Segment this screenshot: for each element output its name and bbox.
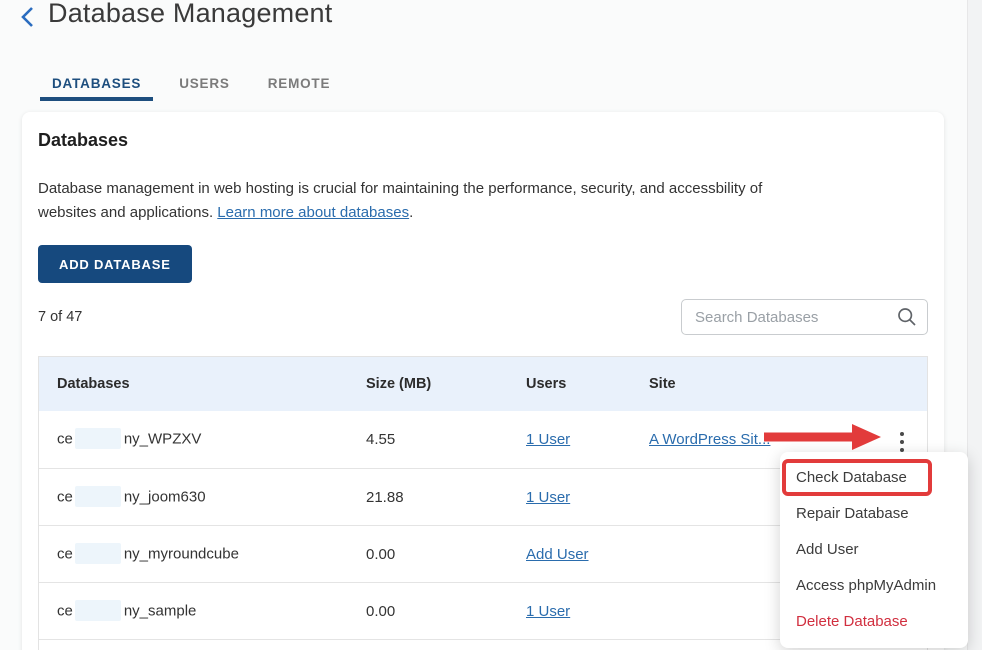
tab-databases[interactable]: DATABASES bbox=[40, 70, 153, 101]
users-link[interactable]: 1 User bbox=[526, 603, 570, 620]
users-link[interactable]: 1 User bbox=[526, 431, 570, 448]
db-size: 0.00 bbox=[348, 546, 508, 563]
back-button[interactable] bbox=[19, 5, 37, 29]
db-name: ce ny_myroundcube bbox=[39, 543, 348, 566]
add-database-button[interactable]: ADD DATABASE bbox=[38, 245, 192, 283]
menu-item-add-user[interactable]: Add User bbox=[780, 532, 968, 568]
chevron-left-icon bbox=[19, 5, 37, 29]
search-icon[interactable] bbox=[897, 307, 917, 327]
row-actions-menu: Check Database Repair Database Add User … bbox=[780, 452, 968, 648]
db-size: 0.00 bbox=[348, 603, 508, 620]
card-heading: Databases bbox=[38, 130, 128, 151]
menu-item-delete-database[interactable]: Delete Database bbox=[780, 604, 968, 640]
annotation-arrow-icon bbox=[762, 423, 882, 456]
add-user-link[interactable]: Add User bbox=[526, 546, 589, 563]
db-name-suffix: ny_joom630 bbox=[124, 488, 206, 505]
page-title: Database Management bbox=[48, 0, 332, 29]
db-size: 4.55 bbox=[348, 431, 508, 448]
tab-users[interactable]: USERS bbox=[167, 70, 242, 101]
card-description: Database management in web hosting is cr… bbox=[38, 177, 775, 225]
menu-item-check-database[interactable]: Check Database bbox=[780, 460, 968, 496]
learn-more-link[interactable]: Learn more about databases bbox=[217, 204, 409, 221]
tab-remote[interactable]: REMOTE bbox=[256, 70, 343, 101]
redaction-box bbox=[75, 600, 121, 621]
search-box bbox=[681, 299, 928, 335]
db-name-prefix: ce bbox=[57, 545, 73, 562]
db-name: ce ny_WPZXV bbox=[39, 428, 348, 451]
db-name-prefix: ce bbox=[57, 602, 73, 619]
db-name-prefix: ce bbox=[57, 430, 73, 447]
header-users: Users bbox=[508, 376, 631, 392]
db-name-prefix: ce bbox=[57, 488, 73, 505]
search-input[interactable] bbox=[681, 299, 928, 335]
description-period: . bbox=[409, 204, 413, 221]
db-name-suffix: ny_myroundcube bbox=[124, 545, 239, 562]
table-header-row: Databases Size (MB) Users Site bbox=[39, 357, 927, 411]
menu-item-access-phpmyadmin[interactable]: Access phpMyAdmin bbox=[780, 568, 968, 604]
result-count: 7 of 47 bbox=[38, 309, 82, 325]
redaction-box bbox=[75, 428, 121, 449]
database-management-page: Database Management DATABASES USERS REMO… bbox=[0, 0, 982, 650]
header-site: Site bbox=[631, 376, 841, 392]
site-link[interactable]: A WordPress Sit... bbox=[649, 431, 770, 448]
db-name: ce ny_sample bbox=[39, 600, 348, 623]
db-name-suffix: ny_sample bbox=[124, 602, 197, 619]
scrollbar-track[interactable] bbox=[967, 0, 982, 650]
users-link[interactable]: 1 User bbox=[526, 489, 570, 506]
header-databases: Databases bbox=[39, 376, 348, 392]
menu-item-repair-database[interactable]: Repair Database bbox=[780, 496, 968, 532]
db-name: ce ny_joom630 bbox=[39, 486, 348, 509]
db-name-suffix: ny_WPZXV bbox=[124, 430, 202, 447]
header-size: Size (MB) bbox=[348, 376, 508, 392]
redaction-box bbox=[75, 486, 121, 507]
db-size: 21.88 bbox=[348, 489, 508, 506]
tab-bar: DATABASES USERS REMOTE bbox=[40, 70, 342, 101]
redaction-box bbox=[75, 543, 121, 564]
